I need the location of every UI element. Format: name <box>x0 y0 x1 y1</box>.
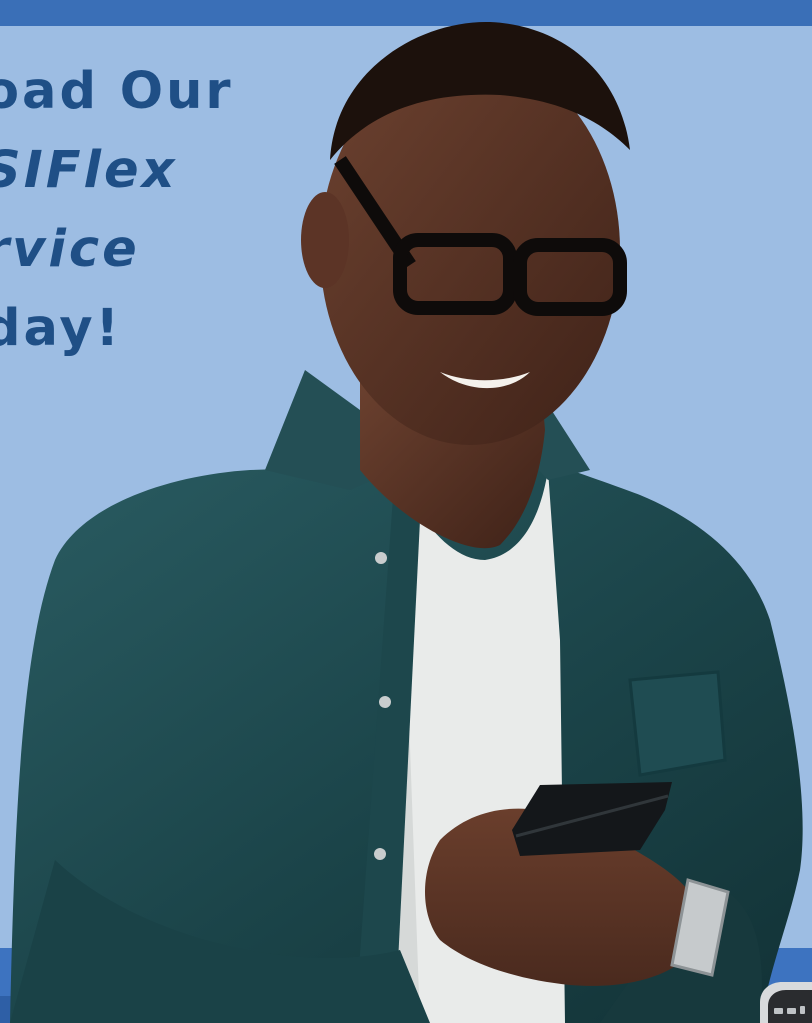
man-with-smartphone-photo <box>10 21 812 1023</box>
shirt-button <box>379 696 391 708</box>
shirt-button <box>374 848 386 860</box>
shirt-button <box>375 552 387 564</box>
shirt-pocket <box>628 670 727 777</box>
ear <box>301 192 349 288</box>
